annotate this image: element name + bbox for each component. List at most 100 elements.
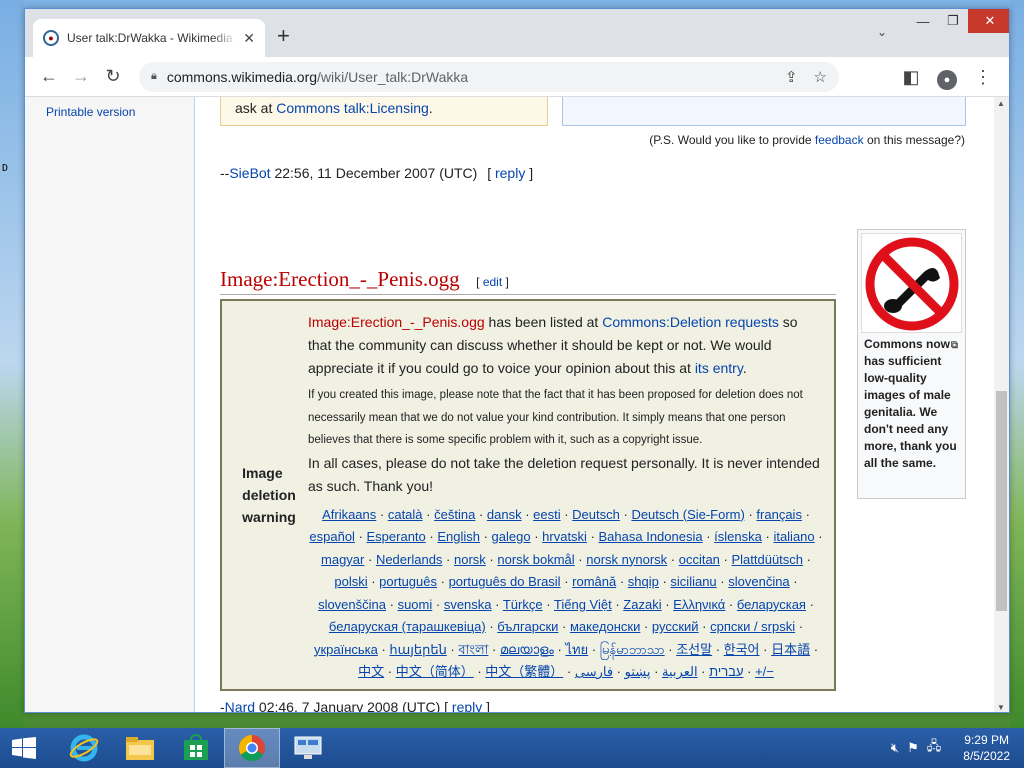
chrome-taskbar-icon[interactable] xyxy=(224,728,280,768)
address-bar[interactable]: 🔒︎ commons.wikimedia.org/wiki/User_talk:… xyxy=(139,61,839,92)
language-link[interactable]: čeština xyxy=(434,507,475,522)
language-link[interactable]: hrvatski xyxy=(542,529,587,544)
network-icon[interactable]: 🖧︎ xyxy=(927,737,942,759)
action-center-flag-icon[interactable]: ⚑ xyxy=(907,740,919,756)
language-link[interactable]: norsk nynorsk xyxy=(586,552,667,567)
language-link[interactable]: Plattdüütsch xyxy=(731,552,803,567)
menu-kebab-icon[interactable]: ⋮ xyxy=(967,61,999,93)
language-link[interactable]: Afrikaans xyxy=(322,507,376,522)
volume-muted-icon[interactable]: 🔇︎ xyxy=(891,740,899,756)
language-link[interactable]: বাংলা xyxy=(458,642,488,657)
language-link[interactable]: polski xyxy=(334,574,367,589)
language-link[interactable]: suomi xyxy=(398,597,433,612)
its-entry-link[interactable]: its entry xyxy=(695,360,743,376)
language-link[interactable]: dansk xyxy=(487,507,522,522)
language-link[interactable]: English xyxy=(437,529,480,544)
minimize-button[interactable]: — xyxy=(908,9,938,33)
language-link[interactable]: עברית xyxy=(709,664,743,679)
magnify-icon[interactable]: ⧉ xyxy=(951,337,958,354)
language-link[interactable]: മലയാളം xyxy=(500,642,554,657)
section-title-link[interactable]: Image:Erection_-_Penis.ogg xyxy=(220,267,460,291)
language-link[interactable]: 中文（简体） xyxy=(396,664,474,679)
printable-version-link[interactable]: Printable version xyxy=(46,105,135,119)
nard-user-link[interactable]: Nard xyxy=(225,699,255,712)
language-link[interactable]: Bahasa Indonesia xyxy=(599,529,703,544)
language-link[interactable]: 조선말 xyxy=(676,642,712,657)
page-scrollbar[interactable]: ▲ ▼ xyxy=(994,97,1009,712)
file-link[interactable]: Image:Erection_-_Penis.ogg xyxy=(308,314,485,330)
close-window-button[interactable]: ✕ xyxy=(968,9,1009,33)
internet-explorer-taskbar-icon[interactable] xyxy=(56,728,112,768)
language-link[interactable]: português xyxy=(379,574,437,589)
reload-icon[interactable]: ↻ xyxy=(97,61,129,93)
language-link[interactable]: norsk xyxy=(454,552,486,567)
language-link[interactable]: 中文 xyxy=(358,664,384,679)
language-link[interactable]: 中文（繁體） xyxy=(485,664,563,679)
language-link[interactable]: српски / srpski xyxy=(710,619,795,634)
language-link[interactable]: magyar xyxy=(321,552,364,567)
new-tab-button[interactable]: + xyxy=(277,23,290,49)
language-link[interactable]: íslenska xyxy=(714,529,762,544)
reply-link[interactable]: reply xyxy=(495,165,525,181)
language-link[interactable]: ไทย xyxy=(565,642,588,657)
language-link[interactable]: မြန်မာဘာသာ xyxy=(600,642,665,657)
language-link[interactable]: sicilianu xyxy=(670,574,716,589)
language-link[interactable]: Esperanto xyxy=(367,529,426,544)
feedback-link[interactable]: feedback xyxy=(815,133,864,147)
language-link[interactable]: Deutsch xyxy=(572,507,620,522)
back-arrow-icon[interactable]: ← xyxy=(33,61,65,93)
language-link[interactable]: Deutsch (Sie-Form) xyxy=(631,507,744,522)
profile-button[interactable]: ● xyxy=(931,61,963,93)
language-link[interactable]: norsk bokmål xyxy=(497,552,574,567)
deletion-requests-link[interactable]: Commons:Deletion requests xyxy=(602,314,779,330)
language-link[interactable]: 日本語 xyxy=(771,642,810,657)
language-link[interactable]: Ελληνικά xyxy=(673,597,725,612)
forward-arrow-icon[interactable]: → xyxy=(65,61,97,93)
reply-link-2[interactable]: reply xyxy=(452,699,482,712)
clock[interactable]: 9:29 PM 8/5/2022 xyxy=(963,732,1010,764)
language-link[interactable]: galego xyxy=(492,529,531,544)
bookmark-star-icon[interactable]: ☆ xyxy=(814,68,827,86)
language-link[interactable]: português do Brasil xyxy=(449,574,561,589)
language-link[interactable]: العربية xyxy=(662,664,698,679)
edit-section-link[interactable]: edit xyxy=(483,275,502,289)
tab-close-icon[interactable]: ✕ xyxy=(243,30,255,47)
language-link[interactable]: українська xyxy=(314,642,378,657)
no-sign-image[interactable] xyxy=(861,233,962,333)
language-link[interactable]: 한국어 xyxy=(724,642,760,657)
language-link[interactable]: русский xyxy=(652,619,699,634)
language-link[interactable]: български xyxy=(497,619,558,634)
language-link[interactable]: français xyxy=(756,507,802,522)
siebot-user-link[interactable]: SieBot xyxy=(229,165,270,181)
language-link[interactable]: slovenčina xyxy=(728,574,789,589)
language-link[interactable]: پښتو xyxy=(625,664,651,679)
language-link[interactable]: Tiếng Việt xyxy=(554,597,612,612)
language-link[interactable]: occitan xyxy=(679,552,720,567)
language-link[interactable]: español xyxy=(309,529,355,544)
language-link[interactable]: беларуская xyxy=(737,597,806,612)
side-panel-icon[interactable]: ◧ xyxy=(895,61,927,93)
scroll-down-arrow-icon[interactable]: ▼ xyxy=(997,703,1005,712)
language-link[interactable]: slovenščina xyxy=(318,597,386,612)
language-link[interactable]: svenska xyxy=(444,597,492,612)
language-link[interactable]: italiano xyxy=(773,529,814,544)
language-link[interactable]: Türkçe xyxy=(503,597,543,612)
store-taskbar-icon[interactable] xyxy=(168,728,224,768)
maximize-button[interactable]: ❐ xyxy=(938,9,968,33)
language-link[interactable]: +/− xyxy=(755,664,774,679)
start-button[interactable] xyxy=(0,728,48,768)
language-link[interactable]: Zazaki xyxy=(623,597,661,612)
tab-search-chevron-icon[interactable]: ⌄ xyxy=(877,25,887,39)
scroll-up-arrow-icon[interactable]: ▲ xyxy=(997,99,1005,108)
language-link[interactable]: հայերեն xyxy=(389,642,446,657)
language-link[interactable]: shqip xyxy=(628,574,659,589)
file-explorer-taskbar-icon[interactable] xyxy=(112,728,168,768)
language-link[interactable]: فارسی xyxy=(575,664,613,679)
scroll-thumb[interactable] xyxy=(996,391,1007,611)
language-link[interactable]: eesti xyxy=(533,507,560,522)
language-link[interactable]: română xyxy=(572,574,616,589)
language-link[interactable]: català xyxy=(388,507,423,522)
commons-talk-licensing-link[interactable]: Commons talk:Licensing xyxy=(276,100,429,116)
language-link[interactable]: беларуская (тарашкевіца) xyxy=(329,619,486,634)
share-icon[interactable]: ⇪ xyxy=(785,68,798,86)
